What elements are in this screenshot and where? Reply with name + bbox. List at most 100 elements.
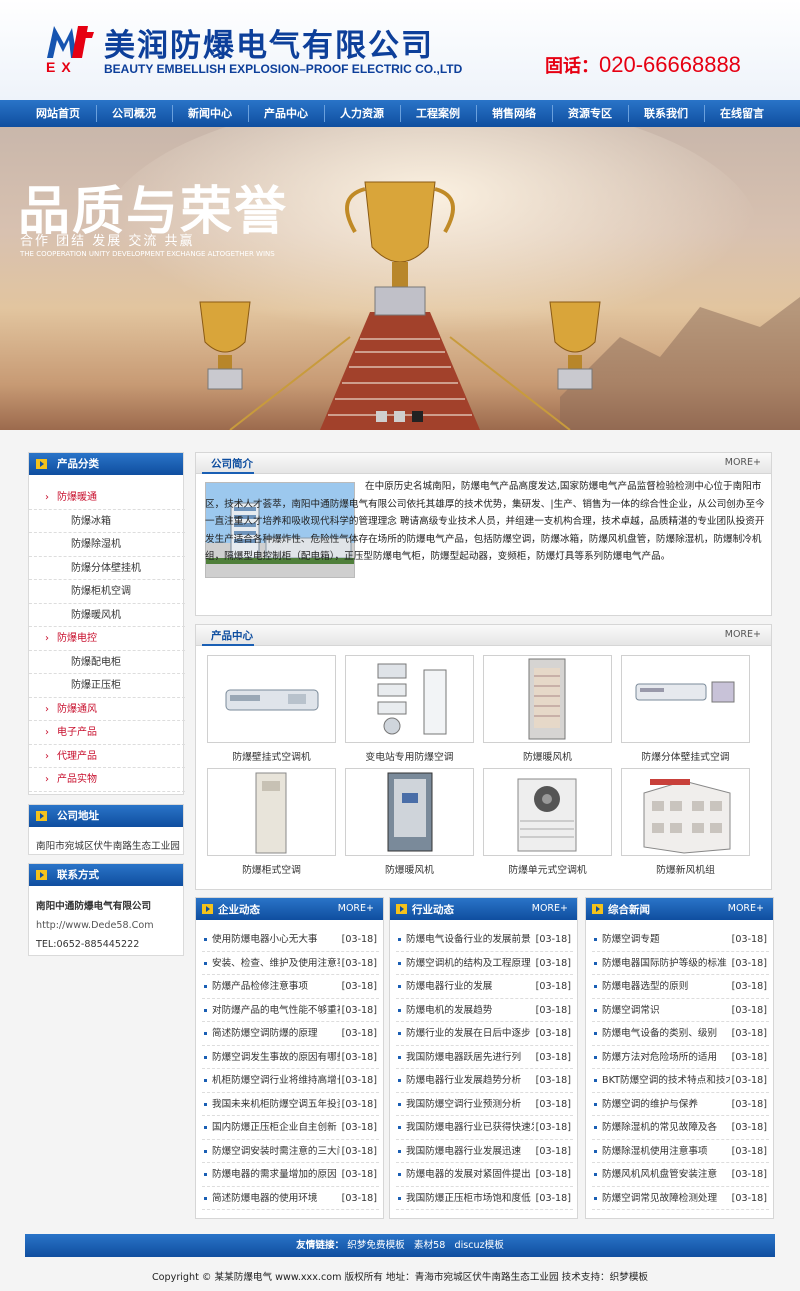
news-item-title[interactable]: 我国防爆电器跃居先进行列 (406, 1046, 534, 1069)
intro-more-link[interactable]: MORE+ (725, 457, 761, 468)
news-item[interactable]: 防爆电器选型的原则 [03-18] (592, 975, 769, 999)
product-caption-4[interactable]: 防爆分体壁挂式空调 (620, 749, 751, 763)
news-item[interactable]: 我国防爆正压柜市场饱和度低 [03-18] (396, 1187, 573, 1210)
news-item[interactable]: 防爆电机的发展趋势 [03-18] (396, 999, 573, 1022)
category-item[interactable]: › 防爆暖通 (29, 486, 185, 510)
news-more-link[interactable]: MORE+ (532, 903, 568, 914)
category-item[interactable]: 防爆配电柜 (29, 651, 185, 674)
category-item[interactable]: › 电子产品 (29, 721, 185, 745)
news-item-title[interactable]: 防爆电气设备行业的发展前景 (406, 928, 534, 951)
news-item-title[interactable]: 简述防爆电器的使用环境 (212, 1187, 340, 1210)
friend-link-1[interactable]: 织梦免费模板 (347, 1240, 405, 1251)
news-item[interactable]: 防爆空调的维护与保养 [03-18] (592, 1093, 769, 1116)
news-item-title[interactable]: 我国防爆电器行业已获得快速发展 (406, 1116, 534, 1139)
news-item[interactable]: 防爆产品检修注意事项 [03-18] (202, 975, 379, 999)
news-item[interactable]: 国内防爆正压柜企业自主创新 [03-18] (202, 1116, 379, 1140)
friend-link-2[interactable]: 素材58 (414, 1240, 445, 1251)
category-item[interactable]: 防爆柜机空调 (29, 580, 185, 604)
news-item-title[interactable]: 我国防爆正压柜市场饱和度低 (406, 1187, 534, 1210)
news-item-title[interactable]: 简述防爆空调防爆的原理 (212, 1022, 340, 1045)
nav-message[interactable]: 在线留言 (704, 100, 780, 127)
news-more-link[interactable]: MORE+ (728, 903, 764, 914)
news-item-title[interactable]: 安装、检查、维护及使用注意事项 (212, 952, 340, 975)
news-item[interactable]: 防爆空调机的结构及工程原理 [03-18] (396, 952, 573, 975)
news-item[interactable]: 防爆除湿机使用注意事项 [03-18] (592, 1140, 769, 1163)
product-caption-7[interactable]: 防爆单元式空调机 (482, 862, 613, 876)
news-item-title[interactable]: 防爆空调安装时需注意的三大问题 (212, 1140, 340, 1163)
news-item-title[interactable]: 防爆电器的发展对紧固件提出 (406, 1163, 534, 1186)
news-item[interactable]: 我国防爆空调行业预测分析 [03-18] (396, 1093, 573, 1116)
nav-home[interactable]: 网站首页 (20, 100, 96, 127)
news-item-title[interactable]: 防爆空调的维护与保养 (602, 1093, 730, 1116)
friend-link-3[interactable]: discuz模板 (454, 1240, 503, 1251)
news-item-title[interactable]: 防爆电器行业发展趋势分析 (406, 1069, 534, 1092)
news-item[interactable]: 防爆电器行业的发展 [03-18] (396, 975, 573, 999)
product-image-7[interactable] (483, 768, 612, 856)
product-image-3[interactable] (483, 655, 612, 743)
product-image-1[interactable] (207, 655, 336, 743)
contact-url[interactable]: http://www.Dede58.Com (36, 916, 183, 935)
news-item[interactable]: 简述防爆空调防爆的原理 [03-18] (202, 1022, 379, 1046)
news-item[interactable]: 防爆电气设备的类别、级别 [03-18] (592, 1022, 769, 1046)
news-item[interactable]: 防爆空调专题 [03-18] (592, 928, 769, 952)
news-item[interactable]: 防爆方法对危险场所的适用 [03-18] (592, 1046, 769, 1069)
product-image-5[interactable] (207, 768, 336, 856)
nav-sales[interactable]: 销售网络 (476, 100, 552, 127)
category-item[interactable]: › 产品实物 (29, 768, 185, 792)
news-item[interactable]: 防爆风机风机盘管安装注意 [03-18] (592, 1163, 769, 1187)
news-item[interactable]: 防爆电器的发展对紧固件提出 [03-18] (396, 1163, 573, 1187)
product-caption-8[interactable]: 防爆新风机组 (620, 862, 751, 876)
product-caption-6[interactable]: 防爆暖风机 (344, 862, 475, 876)
product-caption-5[interactable]: 防爆柜式空调 (206, 862, 337, 876)
news-item[interactable]: 使用防爆电器小心无大事 [03-18] (202, 928, 379, 952)
news-item-title[interactable]: 防爆电机的发展趋势 (406, 999, 534, 1022)
product-caption-2[interactable]: 变电站专用防爆空调 (344, 749, 475, 763)
news-item-title[interactable]: 防爆电器国际防护等级的标准 (602, 952, 730, 975)
news-item-title[interactable]: 防爆行业的发展在日后中逐步 (406, 1022, 534, 1045)
news-item-title[interactable]: BKT防爆空调的技术特点和技术 (602, 1069, 730, 1092)
news-item[interactable]: 防爆电气设备行业的发展前景 [03-18] (396, 928, 573, 952)
product-image-6[interactable] (345, 768, 474, 856)
news-item[interactable]: 防爆空调常识 [03-18] (592, 999, 769, 1022)
news-item-title[interactable]: 使用防爆电器小心无大事 (212, 928, 340, 951)
category-item[interactable]: › 防爆通风 (29, 698, 185, 721)
news-item[interactable]: BKT防爆空调的技术特点和技术 [03-18] (592, 1069, 769, 1093)
category-item[interactable]: 防爆暖风机 (29, 604, 185, 627)
news-item-title[interactable]: 防爆空调专题 (602, 928, 730, 951)
news-item-title[interactable]: 防爆空调常见故障检测处理 (602, 1187, 730, 1210)
nav-cases[interactable]: 工程案例 (400, 100, 476, 127)
category-item[interactable]: 防爆正压柜 (29, 674, 185, 698)
category-item[interactable]: › 防爆电控 (29, 627, 185, 651)
product-image-2[interactable] (345, 655, 474, 743)
news-item[interactable]: 防爆行业的发展在日后中逐步 [03-18] (396, 1022, 573, 1046)
news-item[interactable]: 我国防爆电器行业已获得快速发展[03-18] (396, 1116, 573, 1140)
category-item[interactable]: › 代理产品 (29, 745, 185, 768)
news-item-title[interactable]: 防爆产品检修注意事项 (212, 975, 340, 998)
news-item[interactable]: 安装、检查、维护及使用注意事项[03-18] (202, 952, 379, 975)
news-item[interactable]: 防爆电器的需求量增加的原因 [03-18] (202, 1163, 379, 1187)
product-image-8[interactable] (621, 768, 750, 856)
news-item[interactable]: 我国防爆电器跃居先进行列 [03-18] (396, 1046, 573, 1069)
news-item-title[interactable]: 防爆电器的需求量增加的原因 (212, 1163, 340, 1186)
news-item-title[interactable]: 防爆电器行业的发展 (406, 975, 534, 998)
news-item[interactable]: 我国未来机柜防爆空调五年投资 [03-18] (202, 1093, 379, 1116)
news-item-title[interactable]: 机柜防爆空调行业将维持高增长 (212, 1069, 340, 1092)
news-item-title[interactable]: 防爆方法对危险场所的适用 (602, 1046, 730, 1069)
news-item-title[interactable]: 国内防爆正压柜企业自主创新 (212, 1116, 340, 1139)
news-item-title[interactable]: 防爆除湿机使用注意事项 (602, 1140, 730, 1163)
product-caption-1[interactable]: 防爆壁挂式空调机 (206, 749, 337, 763)
news-item-title[interactable]: 我国未来机柜防爆空调五年投资 (212, 1093, 340, 1116)
category-item[interactable]: 防爆冰箱 (29, 510, 185, 533)
hero-banner[interactable]: 品质与荣誉 合作 团结 发展 交流 共赢 THE COOPERATION UNI… (0, 127, 800, 430)
news-item[interactable]: 防爆电器国际防护等级的标准 [03-18] (592, 952, 769, 975)
news-item[interactable]: 机柜防爆空调行业将维持高增长 [03-18] (202, 1069, 379, 1093)
slide-dot-1[interactable] (376, 411, 387, 422)
news-item-title[interactable]: 对防爆产品的电气性能不够重视 (212, 999, 340, 1022)
nav-news[interactable]: 新闻中心 (172, 100, 248, 127)
category-item[interactable]: 防爆除湿机 (29, 533, 185, 557)
news-more-link[interactable]: MORE+ (338, 903, 374, 914)
nav-products[interactable]: 产品中心 (248, 100, 324, 127)
news-item-title[interactable]: 防爆除湿机的常见故障及各 (602, 1116, 730, 1139)
news-item[interactable]: 对防爆产品的电气性能不够重视 [03-18] (202, 999, 379, 1022)
news-item[interactable]: 防爆空调常见故障检测处理 [03-18] (592, 1187, 769, 1210)
